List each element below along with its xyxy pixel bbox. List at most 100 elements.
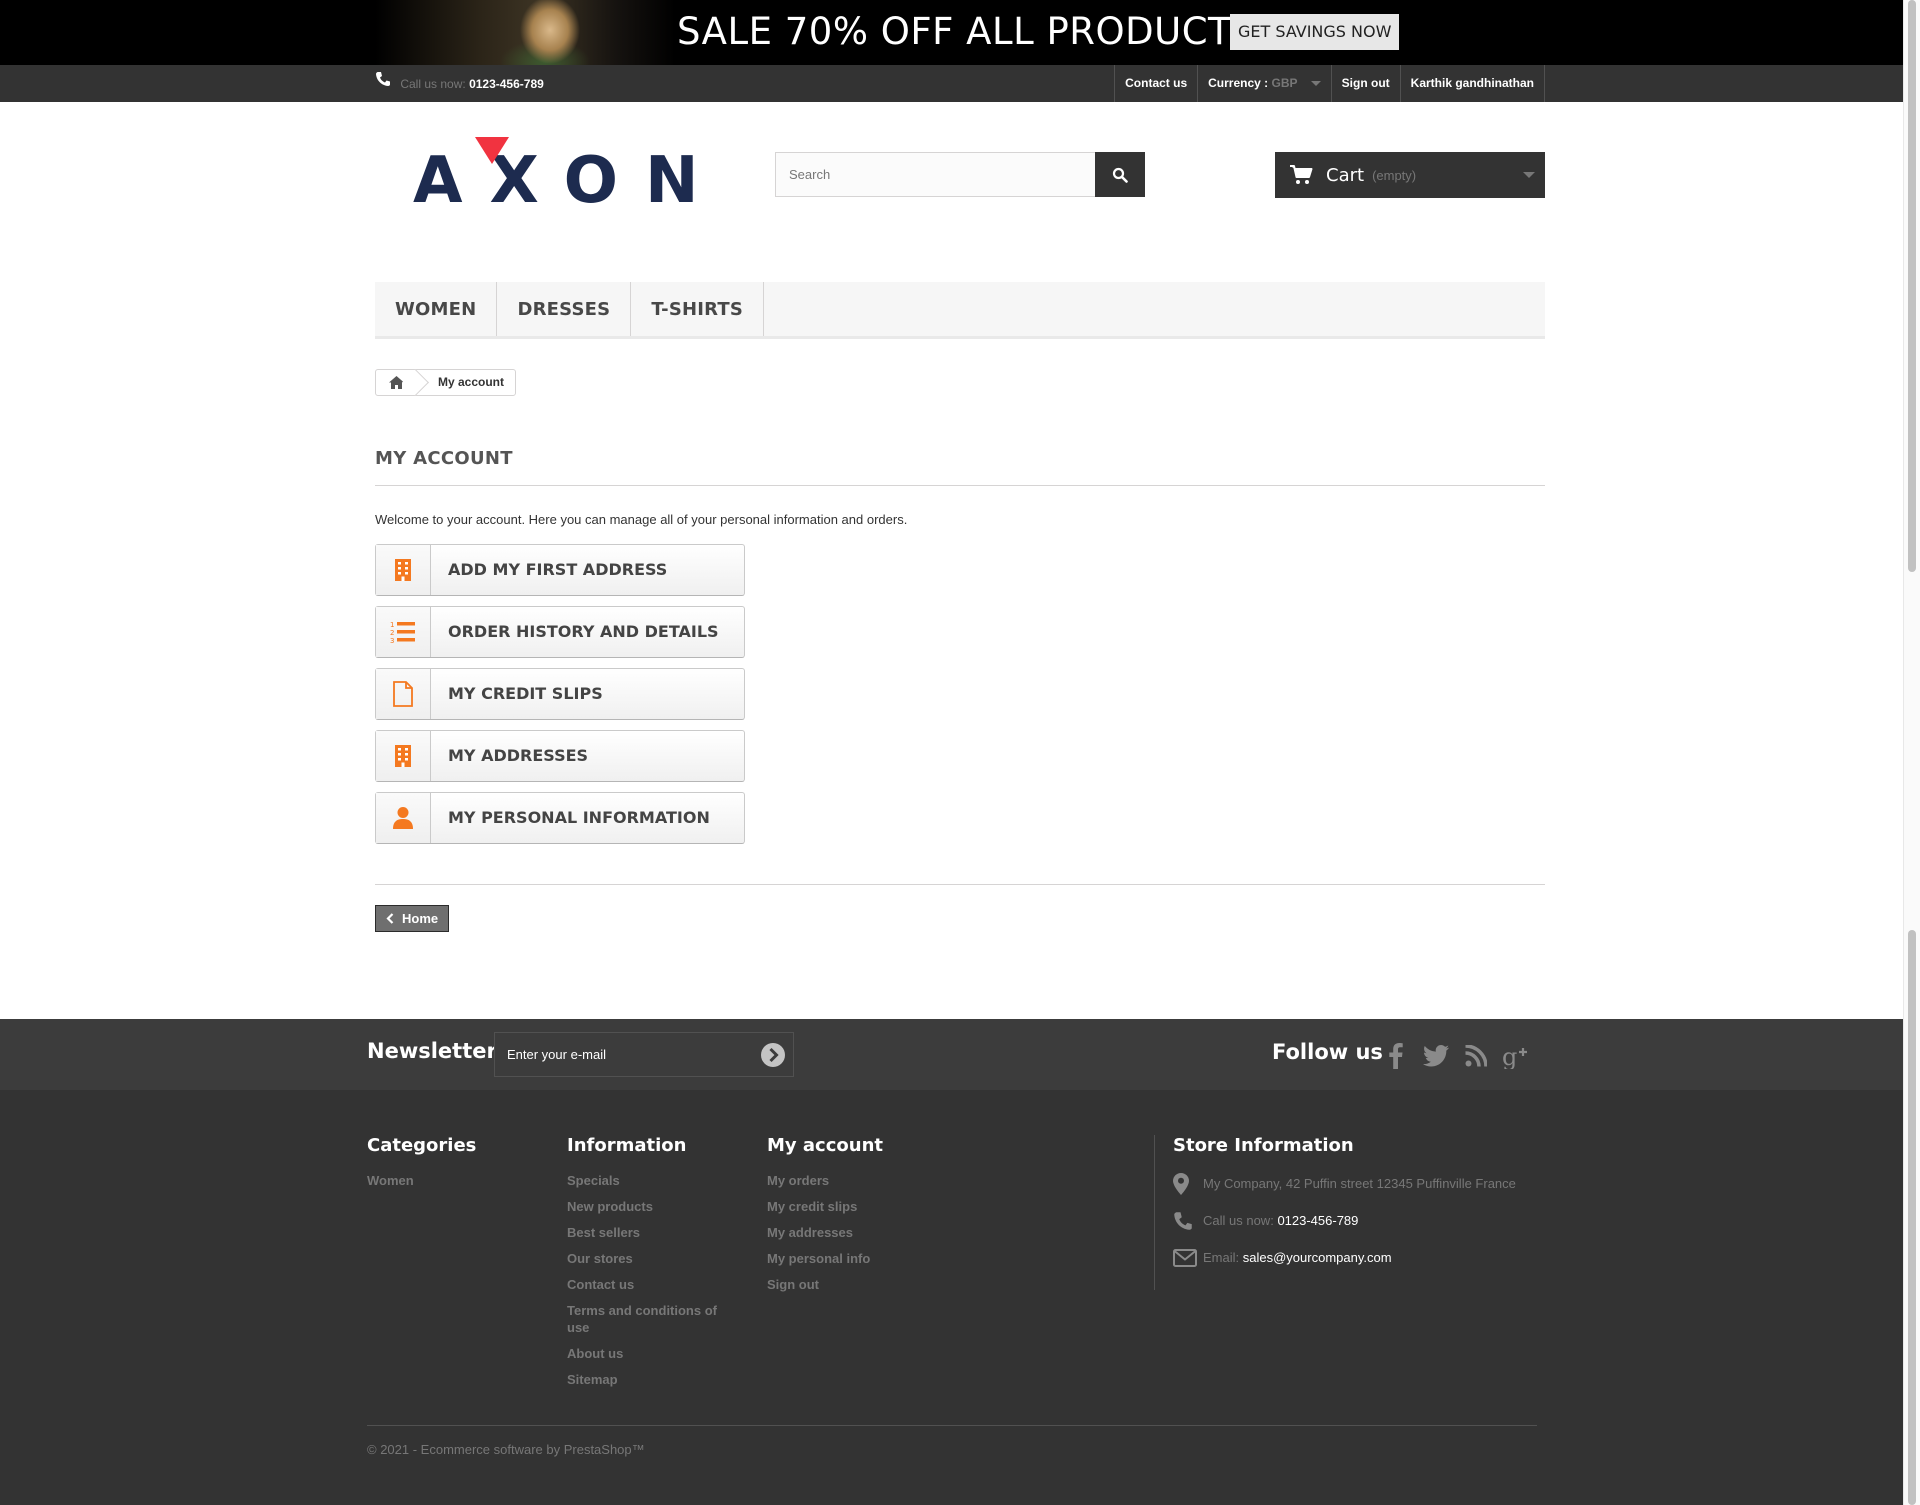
- newsletter-email-input[interactable]: [495, 1046, 753, 1063]
- promo-banner[interactable]: SALE 70% OFF ALL PRODUCTS GET SAVINGS NO…: [0, 0, 1920, 65]
- search-input[interactable]: [776, 153, 1095, 196]
- store-address: My Company, 42 Puffin street 12345 Puffi…: [1173, 1172, 1516, 1195]
- footer-link-women[interactable]: Women: [367, 1172, 476, 1189]
- store-email-link[interactable]: sales@yourcompany.com: [1243, 1250, 1392, 1265]
- footer-categories-title: Categories: [367, 1135, 477, 1156]
- social-links: g: [1381, 1041, 1531, 1071]
- search-icon: [1112, 167, 1128, 183]
- axone-logo[interactable]: AXONE: [413, 134, 769, 218]
- footer-link-my-personal-info[interactable]: My personal info: [767, 1250, 883, 1267]
- newsletter-bar: Newsletter Follow us g: [0, 1019, 1904, 1090]
- my-addresses-button[interactable]: MY ADDRESSES: [375, 730, 745, 782]
- page-title: MY ACCOUNT: [375, 448, 1545, 486]
- scrollbar-thumb-lower[interactable]: [1908, 930, 1916, 1505]
- footer-link-about-us[interactable]: About us: [567, 1345, 727, 1362]
- cart-button[interactable]: Cart (empty): [1275, 152, 1545, 198]
- home-button[interactable]: Home: [375, 905, 450, 932]
- footer-link-best-sellers[interactable]: Best sellers: [567, 1224, 727, 1241]
- breadcrumb-current: My account: [438, 375, 505, 389]
- breadcrumb-home[interactable]: [376, 370, 416, 395]
- follow-us-title: Follow us: [1272, 1040, 1383, 1064]
- currency-selector[interactable]: Currency : GBP: [1197, 65, 1331, 102]
- footer-link-my-addresses[interactable]: My addresses: [767, 1224, 883, 1241]
- user-account-link[interactable]: Karthik gandhinathan: [1399, 65, 1545, 102]
- banner-model-image: [375, 0, 675, 65]
- scrollbar-thumb[interactable]: [1908, 0, 1916, 572]
- svg-text:1: 1: [390, 621, 394, 629]
- footer-link-our-stores[interactable]: Our stores: [567, 1250, 727, 1267]
- map-marker-icon: [1173, 1172, 1203, 1195]
- store-phone: Call us now: 0123-456-789: [1173, 1209, 1516, 1232]
- newsletter-form: [494, 1032, 794, 1077]
- contact-us-link[interactable]: Contact us: [1114, 65, 1197, 102]
- credit-slips-button[interactable]: MY CREDIT SLIPS: [375, 668, 745, 720]
- envelope-icon: [1173, 1248, 1203, 1267]
- call-us-phone: 0123-456-789: [469, 77, 544, 91]
- footer-categories: Categories Women: [367, 1135, 476, 1198]
- credit-slips-label: MY CREDIT SLIPS: [448, 684, 603, 703]
- top-nav-bar: Call us now: 0123-456-789 Contact us Cur…: [0, 65, 1920, 102]
- cart-label: Cart: [1326, 164, 1365, 186]
- main-menu: WOMEN DRESSES T-SHIRTS: [375, 282, 1545, 339]
- chevron-left-icon: [386, 913, 394, 924]
- page-container: AXONE Cart (empty) WOMEN DRESSES T-SHIRT…: [375, 102, 1545, 932]
- menu-item-dresses[interactable]: DRESSES: [497, 282, 632, 336]
- footer-link-sitemap[interactable]: Sitemap: [567, 1371, 727, 1388]
- twitter-icon[interactable]: [1421, 1041, 1451, 1071]
- currency-label: Currency :: [1208, 76, 1269, 90]
- footer-link-contact-us[interactable]: Contact us: [567, 1276, 727, 1293]
- add-first-address-button[interactable]: ADD MY FIRST ADDRESS: [375, 544, 745, 596]
- chevron-down-icon: [1310, 81, 1321, 87]
- site-footer: Categories Women Information Specials Ne…: [0, 1090, 1904, 1505]
- banner-sale-text: SALE 70% OFF ALL PRODUCTS: [677, 10, 1256, 53]
- order-history-label: ORDER HISTORY AND DETAILS: [448, 622, 719, 641]
- cart-icon: [1290, 165, 1313, 184]
- content-divider: [375, 884, 1545, 885]
- top-nav-links: Contact us Currency : GBP Sign out Karth…: [1114, 65, 1545, 102]
- footer-link-new-products[interactable]: New products: [567, 1198, 727, 1215]
- footer-link-terms[interactable]: Terms and conditions of use: [567, 1302, 727, 1336]
- rss-icon[interactable]: [1461, 1041, 1491, 1071]
- add-first-address-label: ADD MY FIRST ADDRESS: [448, 560, 668, 579]
- footer-link-my-credit-slips[interactable]: My credit slips: [767, 1198, 883, 1215]
- footer-link-my-orders[interactable]: My orders: [767, 1172, 883, 1189]
- store-email-label: Email:: [1203, 1250, 1240, 1265]
- page-scrollbar[interactable]: [1903, 0, 1920, 1505]
- newsletter-title: Newsletter: [367, 1039, 497, 1063]
- svg-text:g: g: [1502, 1043, 1517, 1069]
- footer-information-title: Information: [567, 1135, 687, 1156]
- facebook-icon[interactable]: [1381, 1041, 1411, 1071]
- footer-store-information: Store Information My Company, 42 Puffin …: [1154, 1135, 1516, 1290]
- svg-text:3: 3: [390, 637, 394, 644]
- home-icon: [388, 376, 404, 389]
- call-us-label: Call us now:: [400, 77, 466, 91]
- store-phone-number: 0123-456-789: [1277, 1213, 1359, 1228]
- personal-information-button[interactable]: MY PERSONAL INFORMATION: [375, 792, 745, 844]
- building-icon: [376, 545, 431, 595]
- my-addresses-label: MY ADDRESSES: [448, 746, 589, 765]
- footer-link-sign-out[interactable]: Sign out: [767, 1276, 883, 1293]
- logo-text: AXONE: [413, 144, 713, 210]
- store-email: Email: sales@yourcompany.com: [1173, 1246, 1516, 1269]
- google-plus-icon[interactable]: g: [1501, 1041, 1531, 1071]
- store-phone-label: Call us now:: [1203, 1213, 1274, 1228]
- building-icon: [376, 731, 431, 781]
- phone-icon: [375, 64, 391, 102]
- user-icon: [376, 793, 431, 843]
- footer-my-account: My account My orders My credit slips My …: [767, 1135, 883, 1302]
- order-history-button[interactable]: 123 ORDER HISTORY AND DETAILS: [375, 606, 745, 658]
- search-button[interactable]: [1095, 152, 1145, 197]
- get-savings-button[interactable]: GET SAVINGS NOW: [1230, 14, 1400, 50]
- currency-value: GBP: [1271, 76, 1298, 90]
- footer-copyright: © 2021 - Ecommerce software by PrestaSho…: [367, 1425, 1537, 1457]
- file-icon: [376, 669, 431, 719]
- newsletter-submit-button[interactable]: [753, 1042, 793, 1068]
- menu-item-women[interactable]: WOMEN: [375, 282, 498, 336]
- footer-link-specials[interactable]: Specials: [567, 1172, 727, 1189]
- footer-information: Information Specials New products Best s…: [567, 1135, 727, 1397]
- ordered-list-icon: 123: [376, 607, 431, 657]
- sign-out-link[interactable]: Sign out: [1330, 65, 1400, 102]
- account-links: ADD MY FIRST ADDRESS 123 ORDER HISTORY A…: [375, 544, 1545, 844]
- menu-item-tshirts[interactable]: T-SHIRTS: [631, 282, 765, 336]
- search-box: [775, 152, 1145, 197]
